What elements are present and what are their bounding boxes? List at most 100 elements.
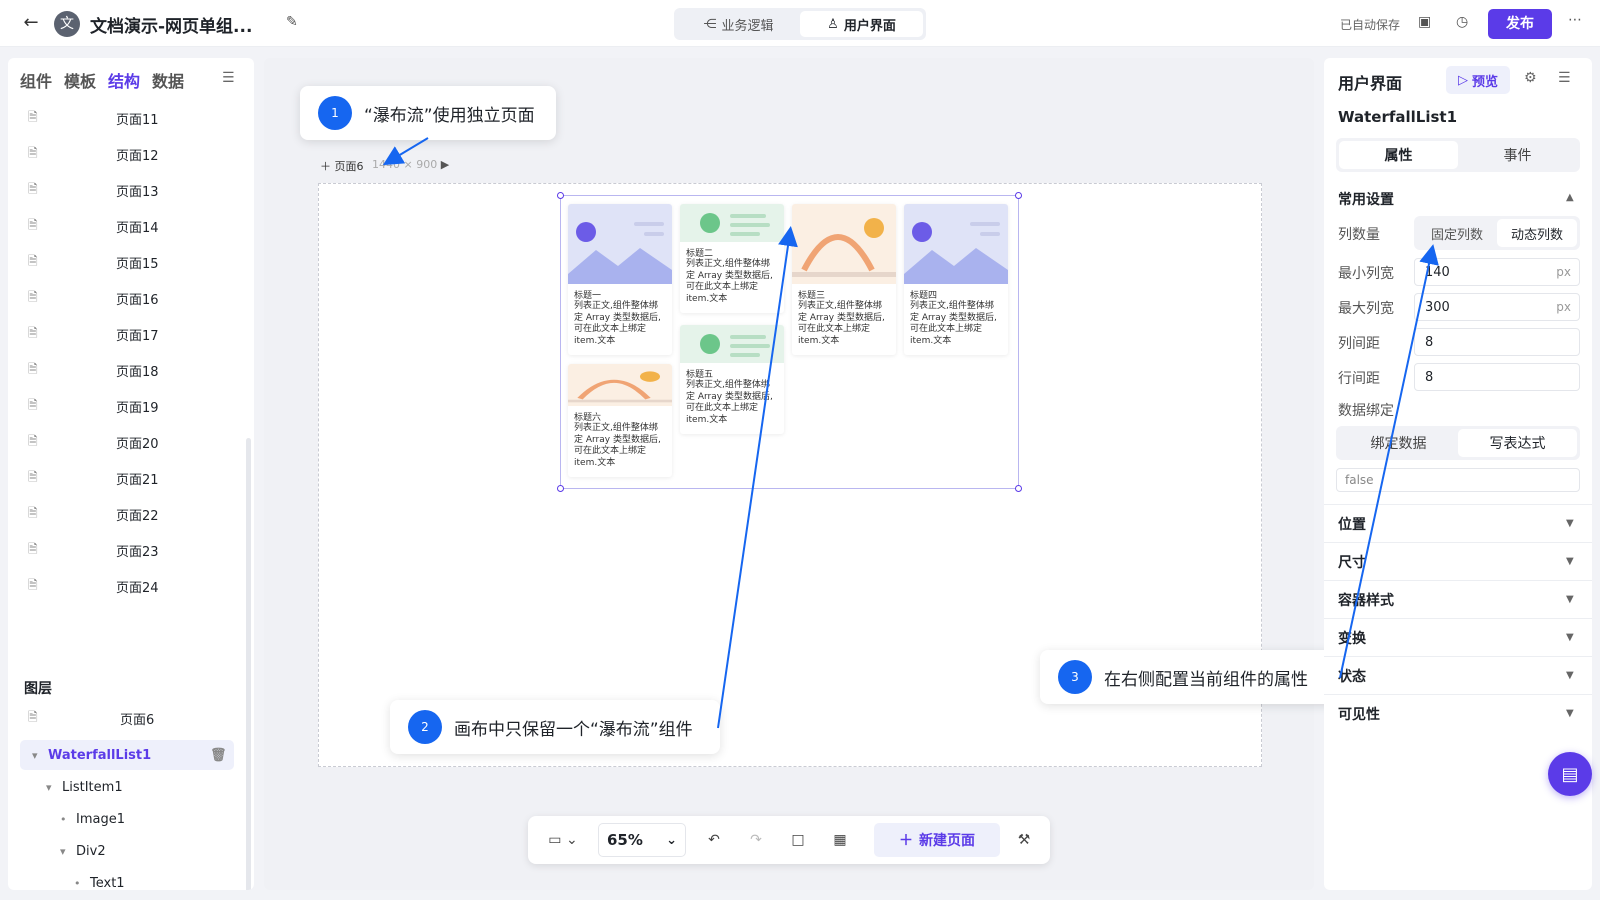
expand-toggle-icon[interactable]: • [60,813,67,826]
tab-properties[interactable]: 属性 [1339,141,1458,169]
page-list-item[interactable]: 🗎 页面12 [8,136,248,172]
new-page-button[interactable]: ＋ 新建页面 [874,823,1000,857]
section-title[interactable]: 状态 [1338,666,1366,686]
dynamic-columns-option[interactable]: 动态列数 [1497,219,1577,247]
waterfall-card[interactable]: 标题一 列表正文,组件整体绑定 Array 类型数据后,可在此文本上绑定 item… [568,204,672,355]
assistant-fab-icon[interactable]: ▤ [1548,752,1592,796]
waterfall-card[interactable]: 标题四 列表正文,组件整体绑定 Array 类型数据后,可在此文本上绑定 item… [904,204,1008,355]
tab-user-interface[interactable]: ♙ 用户界面 [800,11,923,37]
chevron-down-icon[interactable]: ▼ [1566,518,1574,529]
tab-data[interactable]: 数据 [152,68,184,92]
page-list-item[interactable]: 🗎 页面20 [8,424,248,460]
redo-icon[interactable]: ↷ [742,826,770,854]
section-title[interactable]: 变换 [1338,628,1366,648]
chevron-up-icon[interactable]: ▲ [1566,192,1574,203]
wrench-icon[interactable]: ⚒ [1010,826,1038,854]
layer-tree-item[interactable]: ▾ WaterfallList1 🗑 [20,740,234,770]
chevron-down-icon[interactable]: ▼ [1566,556,1574,567]
divider [1324,580,1592,581]
tab-business-logic[interactable]: ⋲ 业务逻辑 [677,11,800,37]
min-width-input[interactable]: 140 px [1414,258,1580,286]
expression-option[interactable]: 写表达式 [1458,429,1577,457]
preview-button[interactable]: ▷ 预览 [1446,66,1510,94]
page-label: 页面13 [116,184,159,200]
page-list-item[interactable]: 🗎 页面11 [8,100,248,136]
collapse-panel-icon[interactable]: ☰ [222,70,235,86]
waterfall-card[interactable]: 标题六 列表正文,组件整体绑定 Array 类型数据后,可在此文本上绑定 item… [568,364,672,477]
page-list-item[interactable]: 🗎 页面21 [8,460,248,496]
page-list-item[interactable]: 🗎 页面18 [8,352,248,388]
resize-handle[interactable] [1015,485,1022,492]
trash-icon[interactable]: 🗑 [210,748,227,763]
page-label: 页面24 [116,580,159,596]
min-width-value: 140 [1425,264,1450,280]
row-gap-input[interactable]: 8 [1414,363,1580,391]
max-width-input[interactable]: 300 px [1414,293,1580,321]
page-list-item[interactable]: 🗎 页面13 [8,172,248,208]
chevron-down-icon[interactable]: ▼ [1566,708,1574,719]
expand-toggle-icon[interactable]: ▾ [46,781,52,794]
frame-icon[interactable]: □ [784,826,812,854]
page-list-item[interactable]: 🗎 页面14 [8,208,248,244]
section-title[interactable]: 容器样式 [1338,590,1394,610]
page-list-item[interactable]: 🗎 页面23 [8,532,248,568]
fixed-columns-option[interactable]: 固定列数 [1417,219,1497,247]
tab-events[interactable]: 事件 [1458,141,1577,169]
undo-icon[interactable]: ↶ [700,826,728,854]
back-arrow-icon[interactable]: ← [20,12,42,34]
section-title[interactable]: 尺寸 [1338,552,1366,572]
page-label[interactable]: ＋ 页面6 [320,158,364,174]
layer-page-row[interactable]: 🗎 页面6 [8,700,248,736]
waterfall-card[interactable]: 标题五 列表正文,组件整体绑定 Array 类型数据后,可在此文本上绑定 item… [680,325,784,434]
layer-tree-item[interactable]: ▾ ListItem1 [20,772,234,802]
page-list-item[interactable]: 🗎 页面24 [8,568,248,604]
page-list-item[interactable]: 🗎 页面17 [8,316,248,352]
waterfall-card[interactable]: 标题二 列表正文,组件整体绑定 Array 类型数据后,可在此文本上绑定 item… [680,204,784,313]
scrollbar[interactable] [246,438,251,890]
chevron-down-icon[interactable]: ▼ [1566,670,1574,681]
resize-handle[interactable] [557,485,564,492]
gear-icon[interactable]: ⚙ [1524,70,1537,86]
tab-structure[interactable]: 结构 [108,68,140,92]
layer-tree-item[interactable]: ▾ Div2 [20,836,234,866]
tab-templates[interactable]: 模板 [64,68,96,92]
page-label: 页面20 [116,436,159,452]
layer-label: Text1 [90,875,125,891]
expand-toggle-icon[interactable]: ▾ [60,845,66,858]
expression-input[interactable]: false [1336,468,1580,492]
history-icon[interactable]: ◷ [1456,14,1468,30]
tab-components[interactable]: 组件 [20,68,52,92]
resize-handle[interactable] [557,192,564,199]
layer-tree-item[interactable]: • Text1 [20,868,234,891]
publish-button[interactable]: 发布 [1488,9,1552,39]
resize-handle[interactable] [1015,192,1022,199]
page-label: 页面23 [116,544,159,560]
collapse-panel-icon[interactable]: ☰ [1558,70,1571,86]
chevron-down-icon[interactable]: ▼ [1566,594,1574,605]
page-list-item[interactable]: 🗎 页面19 [8,388,248,424]
page-list-item[interactable]: 🗎 页面15 [8,244,248,280]
page-icon: 🗎 [28,325,38,340]
unit-label: px [1556,300,1571,314]
layer-tree-item[interactable]: • Image1 [20,804,234,834]
play-icon[interactable]: ▶ [441,158,449,171]
share-icon: ⋲ [703,16,717,32]
more-icon[interactable]: ⋯ [1568,12,1582,28]
save-icon[interactable]: ▣ [1418,14,1431,30]
section-title[interactable]: 位置 [1338,514,1366,534]
expand-toggle-icon[interactable]: • [74,877,81,890]
waterfall-card[interactable]: 标题三 列表正文,组件整体绑定 Array 类型数据后,可在此文本上绑定 item… [792,204,896,355]
bind-data-option[interactable]: 绑定数据 [1339,429,1458,457]
zoom-select[interactable]: 65% ⌄ [598,823,686,857]
grid-icon[interactable]: ▦ [826,826,854,854]
page-list-item[interactable]: 🗎 页面22 [8,496,248,532]
section-title[interactable]: 可见性 [1338,704,1380,724]
chevron-down-icon[interactable]: ▼ [1566,632,1574,643]
edit-title-icon[interactable]: ✎ [286,14,298,30]
common-settings-title[interactable]: 常用设置 [1338,189,1394,209]
device-select[interactable]: ▭ ⌄ [542,826,584,854]
page-list-item[interactable]: 🗎 页面16 [8,280,248,316]
column-gap-input[interactable]: 8 [1414,328,1580,356]
expand-toggle-icon[interactable]: ▾ [32,749,38,762]
layer-page-label: 页面6 [120,712,155,728]
